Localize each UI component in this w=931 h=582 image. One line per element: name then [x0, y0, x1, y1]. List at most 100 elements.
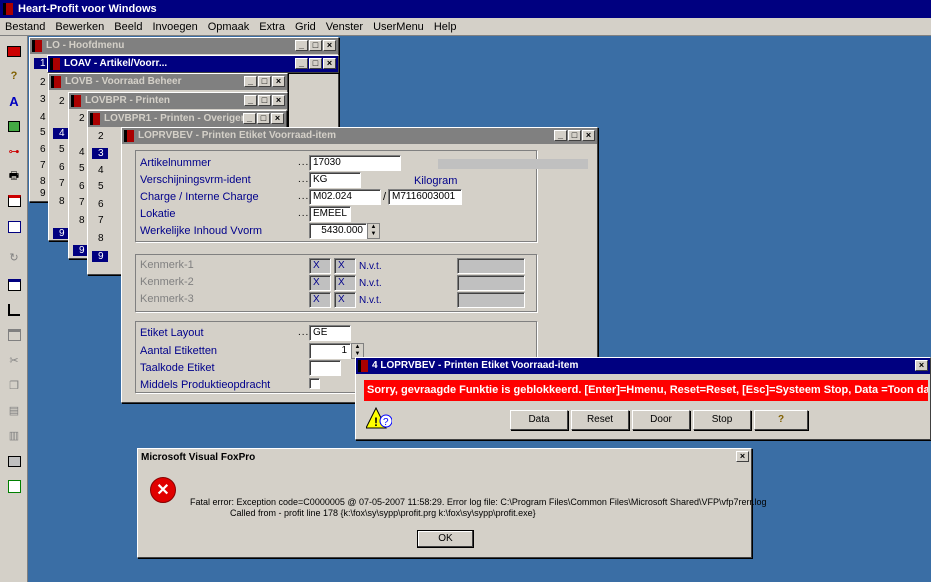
menu-number[interactable]: 7 [59, 178, 65, 189]
minimize-icon[interactable]: _ [244, 95, 257, 106]
form-icon[interactable] [5, 192, 23, 210]
menu-extra[interactable]: Extra [254, 18, 290, 36]
taalkode-field[interactable] [309, 360, 341, 376]
window-loprvbev-titlebar[interactable]: LOPRVBEV - Printen Etiket Voorraad-item … [122, 128, 597, 144]
menu-number[interactable]: 8 [40, 176, 46, 187]
menu-number[interactable]: 2 [59, 96, 65, 107]
menu-number[interactable]: 8 [79, 215, 85, 226]
menu-number[interactable]: 9 [53, 228, 69, 239]
close-icon[interactable]: × [271, 113, 284, 124]
close-icon[interactable]: × [323, 40, 336, 51]
menu-number[interactable]: 3 [40, 94, 46, 105]
kenmerk2-x1[interactable]: X [309, 275, 331, 291]
kenmerk1-x1[interactable]: X [309, 258, 331, 274]
stop-button[interactable]: Stop [693, 410, 751, 430]
verschijning-field[interactable]: KG [309, 172, 361, 188]
menu-number[interactable]: 4 [98, 165, 104, 176]
kenmerk3-x2[interactable]: X [334, 292, 356, 308]
menu-number[interactable]: 3 [92, 148, 108, 159]
monitor-icon[interactable] [5, 42, 23, 60]
menu-help[interactable]: Help [429, 18, 462, 36]
inhoud-spinner[interactable]: ▲ ▼ [367, 223, 380, 239]
menu-grid[interactable]: Grid [290, 18, 321, 36]
lokatie-field[interactable]: EMEEL [309, 206, 351, 222]
ok-button[interactable]: OK [417, 530, 474, 548]
maximize-icon[interactable]: □ [258, 95, 271, 106]
minimize-icon[interactable]: _ [295, 58, 308, 69]
cut-icon[interactable]: ✂ [5, 351, 23, 369]
help-question-icon[interactable]: ? [5, 67, 23, 85]
exit-icon[interactable] [5, 477, 23, 495]
menu-number[interactable]: 5 [98, 181, 104, 192]
artikelnummer-field[interactable]: 17030 [309, 155, 401, 171]
menu-number[interactable]: 5 [59, 144, 65, 155]
window-lovbpr-titlebar[interactable]: LOVBPR - Printen _ □ × [69, 93, 287, 109]
paste-icon[interactable]: ▤ [5, 401, 23, 419]
reset-button[interactable]: Reset [571, 410, 629, 430]
close-icon[interactable]: × [736, 451, 749, 462]
chart-icon[interactable] [5, 301, 23, 319]
interne-charge-field[interactable]: M7116003001 [388, 189, 462, 205]
maximize-icon[interactable]: □ [568, 130, 581, 141]
menu-usermenu[interactable]: UserMenu [368, 18, 429, 36]
inhoud-field[interactable]: 5430.000 [309, 223, 367, 239]
menu-number[interactable]: 5 [40, 127, 46, 138]
maximize-icon[interactable]: □ [309, 40, 322, 51]
window-icon[interactable] [5, 326, 23, 344]
key-icon[interactable]: ⊶ [5, 142, 23, 160]
document-icon[interactable] [5, 117, 23, 135]
middels-checkbox[interactable] [309, 378, 320, 389]
maximize-icon[interactable]: □ [257, 113, 270, 124]
window-lo-titlebar[interactable]: LO - Hoofdmenu _ □ × [30, 38, 338, 54]
menu-beeld[interactable]: Beeld [109, 18, 147, 36]
kenmerk1-x2[interactable]: X [334, 258, 356, 274]
maximize-icon[interactable]: □ [309, 58, 322, 69]
minimize-icon[interactable]: _ [295, 40, 308, 51]
window-lovbpr1-titlebar[interactable]: LOVBPR1 - Printen - Overigen _ □ × [88, 111, 286, 127]
charge-field[interactable]: M02.024 [309, 189, 381, 205]
menu-number[interactable]: 6 [79, 181, 85, 192]
layout-field[interactable]: GE [309, 325, 351, 341]
foxpro-titlebar[interactable]: Microsoft Visual FoxPro × [138, 449, 751, 466]
copy-icon[interactable]: ❐ [5, 376, 23, 394]
menu-number[interactable]: 7 [98, 215, 104, 226]
window-loav-titlebar[interactable]: LOAV - Artikel/Voorr... _ □ × [48, 56, 338, 72]
menu-number[interactable]: 7 [40, 160, 46, 171]
door-button[interactable]: Door [632, 410, 690, 430]
close-icon[interactable]: × [323, 58, 336, 69]
menu-bestand[interactable]: Bestand [0, 18, 50, 36]
aantal-field[interactable]: 1 [309, 343, 351, 359]
report-icon[interactable] [5, 276, 23, 294]
menu-number[interactable]: 8 [59, 196, 65, 207]
maximize-icon[interactable]: □ [258, 76, 271, 87]
menu-number[interactable]: 4 [40, 112, 46, 123]
menu-number[interactable]: 6 [98, 199, 104, 210]
menu-number[interactable]: 4 [79, 147, 85, 158]
menu-invoegen[interactable]: Invoegen [147, 18, 202, 36]
menu-number[interactable]: 6 [40, 144, 46, 155]
menu-number[interactable]: 4 [53, 128, 69, 139]
menu-number[interactable]: 2 [79, 113, 85, 124]
menu-number[interactable]: 2 [98, 131, 104, 142]
print-preview-icon[interactable] [5, 452, 23, 470]
close-icon[interactable]: × [272, 95, 285, 106]
kenmerk3-x1[interactable]: X [309, 292, 331, 308]
menu-number[interactable]: 5 [79, 163, 85, 174]
printer-icon[interactable]: 🖶 [5, 167, 23, 185]
grid-icon[interactable] [5, 218, 23, 236]
close-icon[interactable]: × [582, 130, 595, 141]
menu-number[interactable]: 7 [79, 197, 85, 208]
menu-bewerken[interactable]: Bewerken [50, 18, 109, 36]
menu-number[interactable]: 9 [92, 251, 108, 262]
menu-number[interactable]: 8 [98, 233, 104, 244]
help-button[interactable]: ? [754, 410, 808, 430]
minimize-icon[interactable]: _ [554, 130, 567, 141]
error-dialog-titlebar[interactable]: 4 LOPRVBEV - Printen Etiket Voorraad-ite… [356, 358, 930, 374]
minimize-icon[interactable]: _ [244, 76, 257, 87]
refresh-icon[interactable]: ↻ [5, 248, 23, 266]
data-button[interactable]: Data [510, 410, 568, 430]
menu-number[interactable]: 6 [59, 162, 65, 173]
window-lovb-titlebar[interactable]: LOVB - Voorraad Beheer _ □ × [49, 74, 287, 90]
close-icon[interactable]: × [272, 76, 285, 87]
menu-number[interactable]: 2 [40, 77, 46, 88]
